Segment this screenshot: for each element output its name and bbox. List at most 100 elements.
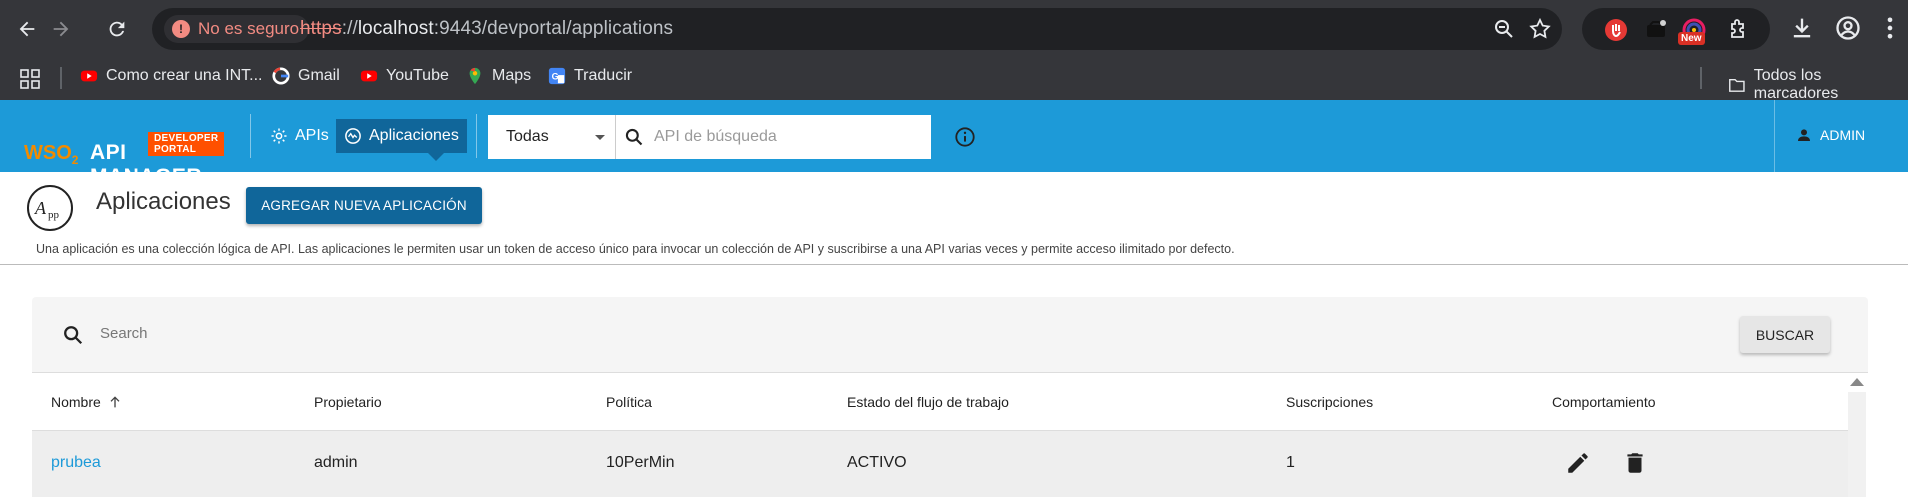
user-icon (1798, 129, 1810, 141)
menu-dots-icon[interactable] (1876, 14, 1904, 42)
gear-icon (271, 128, 287, 144)
divider (0, 264, 1908, 265)
star-icon[interactable] (1528, 17, 1552, 41)
delete-icon[interactable] (1622, 450, 1648, 476)
svg-text:G: G (552, 72, 559, 82)
column-label: Propietario (314, 394, 382, 410)
applications-table-card: BUSCAR Nombre Propietario Política Estad… (32, 297, 1868, 497)
nav-applications-label: Aplicaciones (369, 127, 459, 144)
app-logo-text: A (34, 198, 47, 218)
bookmarks-bar: Como crear una INT... Gmail YouTube Maps… (0, 57, 1908, 103)
scroll-up-arrow-icon[interactable] (1850, 378, 1864, 386)
wso2-logo: WSO2 (24, 142, 78, 167)
bookmark-0[interactable]: Como crear una INT... (80, 67, 263, 85)
column-header-workflow-status[interactable]: Estado del flujo de trabajo (847, 394, 1009, 410)
edit-icon[interactable] (1565, 450, 1591, 476)
application-name-link[interactable]: prubea (51, 454, 101, 472)
url-separator: :// (341, 18, 358, 39)
app-header: DEVELOPER PORTAL WSO2 API MANAGER APIs A… (0, 100, 1908, 188)
youtube-icon (360, 70, 378, 82)
column-label: Política (606, 394, 652, 410)
reload-button[interactable] (100, 12, 134, 46)
nav-apis-label: APIs (295, 127, 329, 144)
info-icon[interactable] (954, 126, 976, 148)
table-row: prubea admin 10PerMin ACTIVO 1 (32, 431, 1848, 497)
new-badge: New (1678, 32, 1705, 45)
table-search-input[interactable] (100, 317, 1300, 349)
column-header-policy[interactable]: Política (606, 394, 652, 410)
api-search-input[interactable] (654, 115, 924, 159)
add-application-button[interactable]: AGREGAR NUEVA APLICACIÓN (246, 187, 482, 224)
table-scrollbar[interactable] (1848, 392, 1866, 497)
application-status: ACTIVO (847, 454, 907, 471)
column-label: Suscripciones (1286, 394, 1374, 410)
arrow-right-icon (53, 21, 69, 37)
brand-sub: 2 (71, 153, 79, 167)
all-bookmarks-label: Todos los marcadores (1753, 67, 1839, 102)
security-label: No es seguro (198, 19, 300, 38)
svg-text:pp: pp (48, 209, 60, 221)
search-icon (64, 326, 83, 345)
url-host: localhost (357, 18, 434, 39)
table-header: Nombre Propietario Política Estado del f… (32, 374, 1848, 431)
maps-icon (469, 67, 481, 85)
bookmark-label: Traducir (574, 67, 633, 84)
youtube-icon (80, 70, 98, 82)
column-header-subscriptions[interactable]: Suscripciones (1286, 394, 1373, 410)
select-value: Todas (506, 128, 549, 145)
zoom-icon[interactable] (1492, 17, 1516, 41)
brand-prefix: WSO (24, 142, 72, 164)
bookmark-2[interactable]: YouTube (360, 67, 449, 85)
bookmark-3[interactable]: Maps (466, 67, 531, 85)
api-search (616, 115, 931, 159)
browser-toolbar: ! No es seguro https://localhost:9443/de… (0, 0, 1908, 57)
security-chip[interactable]: ! No es seguro (164, 15, 310, 43)
applications-icon (345, 128, 361, 144)
active-nav-caret (428, 153, 444, 161)
puzzle-icon[interactable] (1726, 18, 1750, 42)
bookmarks-divider (1700, 67, 1702, 89)
bookmark-label: Maps (492, 67, 532, 84)
url-path: :9443/devportal/applications (433, 18, 674, 39)
bookmark-label: Gmail (298, 67, 340, 84)
all-bookmarks[interactable]: Todos los marcadores (1728, 67, 1908, 103)
url-text[interactable]: https://localhost:9443/devportal/applica… (300, 18, 673, 40)
extensions-area: New (1582, 8, 1770, 50)
back-button[interactable] (10, 12, 44, 46)
arrow-left-icon (19, 21, 35, 37)
google-icon (272, 67, 290, 85)
caret-down-icon (595, 135, 605, 140)
extension-dark-icon[interactable] (1644, 18, 1668, 42)
user-name: ADMIN (1820, 127, 1866, 143)
table-search-bar: BUSCAR (32, 297, 1868, 373)
bookmarks-divider (60, 67, 62, 89)
nav-apis[interactable]: APIs (262, 119, 337, 153)
search-scope-select[interactable]: Todas (488, 115, 616, 159)
user-menu[interactable]: ADMIN (1796, 127, 1865, 143)
header-divider (250, 114, 251, 158)
column-header-name[interactable]: Nombre (51, 394, 123, 410)
adblock-extension-icon[interactable] (1604, 18, 1628, 42)
bookmark-4[interactable]: G Traducir (548, 67, 632, 85)
column-header-owner[interactable]: Propietario (314, 394, 382, 410)
brand-title: API MANAGER (90, 141, 202, 188)
profile-icon[interactable] (1834, 14, 1862, 42)
application-policy: 10PerMin (606, 454, 675, 471)
forward-button[interactable] (44, 12, 78, 46)
sort-ascending-icon (110, 396, 120, 408)
nav-applications[interactable]: Aplicaciones (336, 119, 467, 153)
url-scheme: https (300, 18, 342, 39)
bookmark-label: YouTube (386, 67, 449, 84)
header-divider (476, 114, 477, 158)
application-owner: admin (314, 454, 358, 471)
page-title: Aplicaciones (96, 188, 231, 215)
search-button[interactable]: BUSCAR (1740, 316, 1830, 353)
warning-icon: ! (172, 20, 190, 38)
search-icon (625, 128, 643, 146)
download-icon[interactable] (1788, 14, 1816, 42)
address-bar[interactable]: ! No es seguro https://localhost:9443/de… (152, 8, 1562, 50)
apps-grid-icon[interactable] (20, 69, 40, 89)
bookmark-1[interactable]: Gmail (272, 67, 340, 85)
application-subscriptions: 1 (1286, 454, 1295, 471)
column-header-actions: Comportamiento (1552, 394, 1656, 410)
